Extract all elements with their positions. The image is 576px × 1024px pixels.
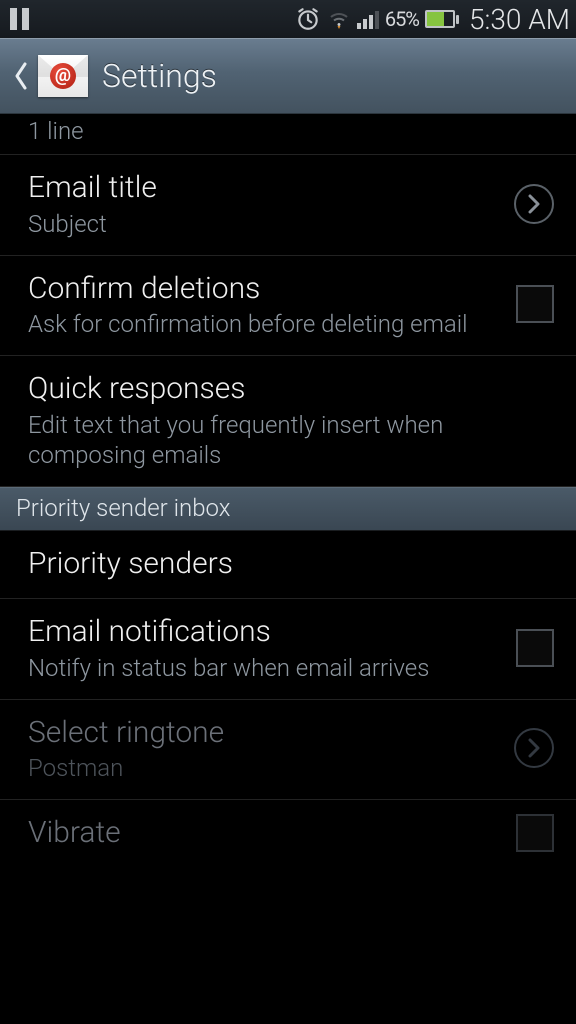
quick-responses-sub: Edit text that you frequently insert whe… [28,410,542,470]
priority-senders-row[interactable]: Priority senders [0,531,576,600]
email-notifications-row[interactable]: Email notifications Notify in status bar… [0,599,576,700]
signal-icon [357,9,379,29]
chevron-right-icon [514,728,554,768]
email-title-label: Email title [28,169,502,207]
alarm-icon [295,6,321,32]
action-bar: @ Settings [0,38,576,114]
chevron-right-icon [514,184,554,224]
email-notifications-sub: Notify in status bar when email arrives [28,653,504,683]
quick-responses-label: Quick responses [28,370,542,408]
email-app-icon[interactable]: @ [38,55,88,97]
prev-item-sub: 1 line [28,116,542,146]
select-ringtone-row[interactable]: Select ringtone Postman [0,700,576,801]
page-title: Settings [102,57,217,95]
confirm-deletions-sub: Ask for confirmation before deleting ema… [28,309,504,339]
confirm-deletions-row[interactable]: Confirm deletions Ask for confirmation b… [0,256,576,357]
section-priority-sender-inbox: Priority sender inbox [0,487,576,531]
back-button[interactable] [10,56,32,96]
battery-icon [425,10,459,28]
email-app-icon-symbol: @ [50,63,76,89]
priority-senders-label: Priority senders [28,545,542,583]
vibrate-checkbox[interactable] [516,814,554,852]
settings-list: 1 line Email title Subject Confirm delet… [0,114,576,868]
select-ringtone-label: Select ringtone [28,714,502,752]
status-clock: 5:30 AM [469,3,570,36]
vibrate-label: Vibrate [28,814,504,852]
email-notifications-checkbox[interactable] [516,629,554,667]
pause-icon [6,8,29,30]
select-ringtone-value: Postman [28,753,502,783]
vibrate-row[interactable]: Vibrate [0,800,576,868]
confirm-deletions-checkbox[interactable] [516,285,554,323]
email-notifications-label: Email notifications [28,613,504,651]
battery-percent: 65% [385,7,419,31]
prev-item-partial[interactable]: 1 line [0,114,576,155]
email-title-row[interactable]: Email title Subject [0,155,576,256]
email-title-value: Subject [28,209,502,239]
wifi-icon [327,7,351,31]
quick-responses-row[interactable]: Quick responses Edit text that you frequ… [0,356,576,487]
status-bar: 65% 5:30 AM [0,0,576,38]
confirm-deletions-label: Confirm deletions [28,270,504,308]
